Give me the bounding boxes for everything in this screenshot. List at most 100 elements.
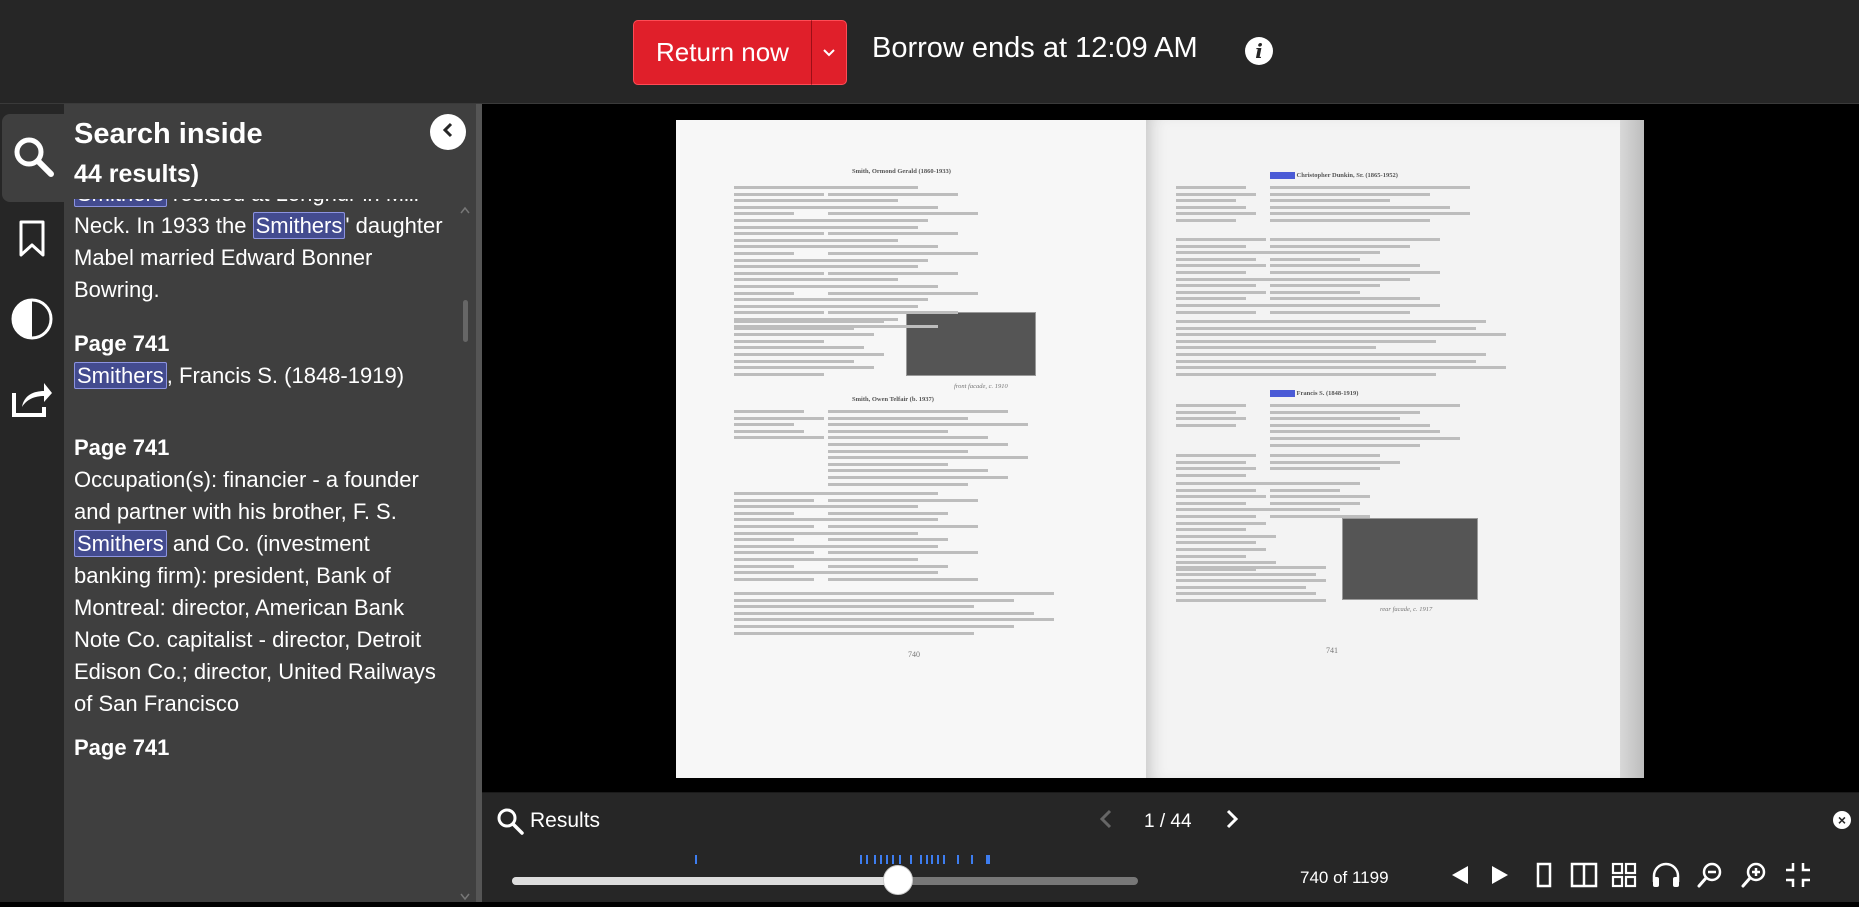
page-text-line — [734, 346, 864, 350]
page-text-line — [828, 518, 938, 522]
page-text-line — [1176, 238, 1266, 241]
bookmarks-tab[interactable] — [0, 204, 64, 279]
page-text-line — [734, 577, 814, 581]
flip-left-button[interactable] — [1444, 861, 1476, 893]
book-page-left[interactable]: Smith, Ormond Gerald (1860-1933) front f… — [676, 120, 1146, 778]
page-text-line — [1270, 271, 1440, 274]
search-inside-tab[interactable] — [2, 114, 64, 202]
page-text-line — [828, 304, 918, 308]
result-marker[interactable] — [891, 855, 894, 864]
page-text-line — [1270, 219, 1430, 222]
info-icon[interactable]: i — [1245, 37, 1273, 65]
previous-result-button[interactable] — [1098, 807, 1114, 836]
result-marker[interactable] — [925, 855, 928, 864]
page-text-line — [734, 320, 884, 323]
result-marker[interactable] — [957, 855, 960, 864]
result-marker[interactable] — [860, 855, 863, 864]
result-marker[interactable] — [930, 855, 933, 864]
page-text-line — [1270, 508, 1340, 512]
page-text-line — [828, 245, 938, 249]
collapse-panel-button[interactable] — [430, 114, 466, 150]
result-marker[interactable] — [937, 855, 940, 864]
result-marker[interactable] — [695, 855, 698, 864]
page-text-line — [734, 423, 794, 427]
page-slider-handle[interactable] — [883, 865, 914, 895]
zoom-out-button[interactable] — [1694, 861, 1726, 893]
side-icon-rail — [0, 104, 64, 902]
page-text-line — [1176, 521, 1266, 525]
result-marker[interactable] — [880, 855, 883, 864]
page-text-line — [1176, 372, 1436, 376]
zoom-in-button[interactable] — [1738, 861, 1770, 893]
page-text-line — [828, 482, 968, 486]
search-result-item[interactable]: Page 741 — [74, 732, 444, 764]
page-text-line — [828, 265, 918, 269]
result-marker[interactable] — [885, 855, 888, 864]
page-text-line — [1270, 430, 1440, 434]
search-result-item[interactable]: Page 741 Smithers, Francis S. (1848-1919) — [74, 328, 444, 392]
page-text-line — [734, 618, 1054, 622]
share-tab[interactable] — [0, 364, 64, 439]
page-text-line — [1176, 599, 1326, 602]
result-marker[interactable] — [920, 855, 923, 864]
result-marker[interactable] — [942, 855, 945, 864]
book-spread[interactable]: Smith, Ormond Gerald (1860-1933) front f… — [676, 120, 1644, 778]
result-marker[interactable] — [865, 855, 868, 864]
scrollbar-thumb[interactable] — [463, 300, 468, 342]
results-label[interactable]: Results — [530, 809, 600, 833]
page-text-line — [1270, 205, 1450, 209]
return-now-button[interactable]: Return now — [633, 20, 811, 85]
page-heading: Smith, Owen Telfair (b. 1937) — [852, 396, 934, 403]
page-text-line — [734, 416, 824, 420]
result-marker[interactable] — [988, 855, 991, 864]
page-text-line — [1270, 410, 1420, 414]
page-text-line — [734, 212, 794, 216]
search-icon — [496, 807, 524, 840]
page-text-line — [1176, 297, 1246, 301]
result-position: 1 / 44 — [1144, 811, 1192, 832]
page-text-line — [1270, 186, 1470, 189]
close-results-icon[interactable]: × — [1833, 811, 1851, 829]
page-text-line — [1270, 251, 1380, 255]
contrast-tab[interactable] — [0, 284, 64, 359]
exit-fullscreen-button[interactable] — [1782, 861, 1814, 893]
page-text-line — [1176, 326, 1476, 330]
page-text-line — [1270, 404, 1460, 407]
page-slider[interactable] — [512, 865, 1138, 895]
page-text-line — [734, 192, 824, 196]
page-text-line — [734, 538, 794, 542]
page-text-line — [1270, 482, 1360, 485]
page-text-line — [734, 291, 794, 295]
page-number: 740 — [908, 650, 920, 659]
page-text-line — [828, 416, 968, 420]
page-text-line — [1176, 508, 1276, 512]
next-result-button[interactable] — [1224, 807, 1240, 836]
book-page-right[interactable]: Smithers Christopher Dunkin, Sr. (1865-1… — [1146, 120, 1620, 778]
flip-right-button[interactable] — [1484, 861, 1516, 893]
page-text-line — [1270, 290, 1360, 294]
page-text-line — [1176, 244, 1246, 248]
two-page-icon — [1570, 862, 1598, 893]
two-page-view-button[interactable] — [1568, 861, 1600, 893]
page-text-line — [1176, 585, 1306, 589]
read-aloud-button[interactable] — [1650, 861, 1682, 893]
page-text-line — [1176, 333, 1506, 337]
one-page-view-button[interactable] — [1528, 861, 1560, 893]
thumbnail-view-button[interactable] — [1608, 861, 1640, 893]
page-text-line — [1176, 359, 1476, 363]
result-marker[interactable] — [909, 855, 912, 864]
result-page-label: Page 741 — [74, 435, 170, 460]
page-text-line — [1176, 528, 1246, 532]
result-marker[interactable] — [873, 855, 876, 864]
result-marker[interactable] — [899, 855, 902, 864]
search-result-item[interactable]: Page 741 Occupation(s): financier - a fou… — [74, 432, 444, 720]
page-text-line — [1176, 410, 1236, 414]
triangle-right-icon — [1490, 864, 1510, 891]
result-marker[interactable] — [970, 855, 973, 864]
page-text-line — [1176, 199, 1236, 203]
page-text-line — [734, 598, 1014, 602]
page-text-line — [1176, 257, 1256, 261]
return-options-dropdown[interactable] — [810, 20, 847, 85]
grid-icon — [1611, 862, 1637, 893]
page-text-line — [1176, 320, 1486, 323]
